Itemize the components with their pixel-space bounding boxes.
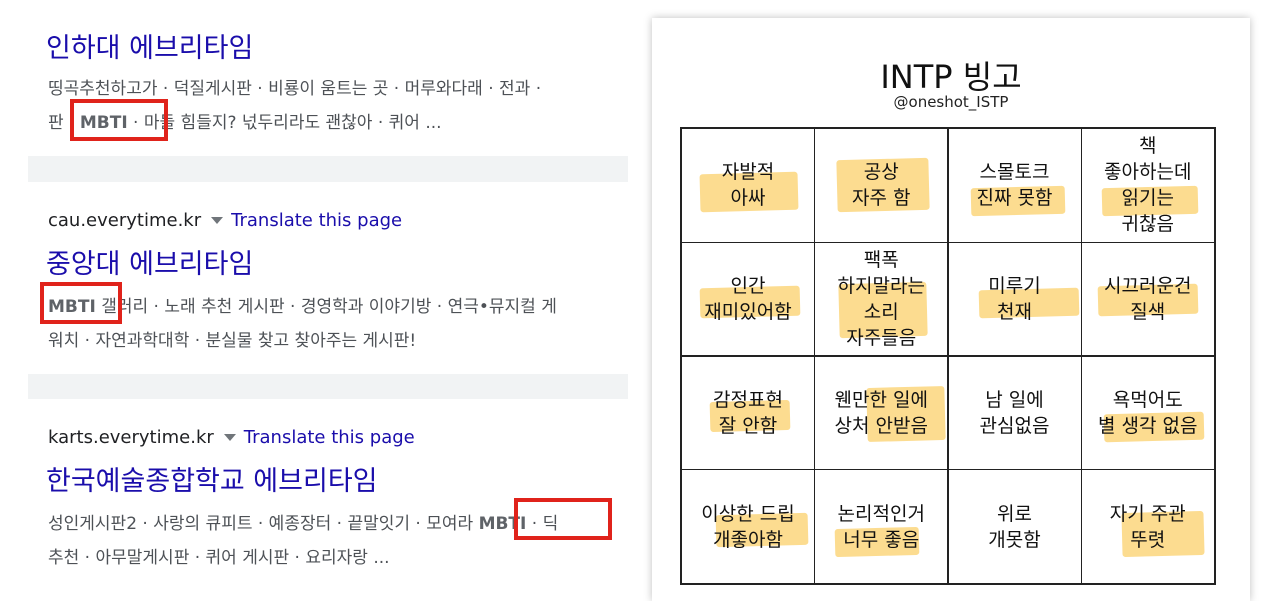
search-result-inha: 인하대 에브리타임 띵곡추천하고가 · 덕질게시판 · 비룡이 움트는 곳 · …: [28, 18, 628, 156]
bingo-cell-text: 시끄러운건 질색: [1104, 275, 1192, 323]
bingo-cell: 공상 자주 함: [814, 128, 949, 243]
highlight-box: [40, 282, 122, 324]
bingo-cell-text: 스몰토크 진짜 못함: [976, 161, 1053, 210]
bingo-cell: 논리적인거 너무 좋음: [814, 469, 949, 584]
result-snippet-line: 성인게시판2 · 사랑의 큐피트 · 예종장터 · 끝말잇기 · 모여라 MBT…: [48, 514, 559, 534]
bingo-cell: 자기 주관 뚜렷: [1080, 469, 1215, 584]
search-result-cau: cau.everytime.kr Translate this page 중앙대 …: [28, 182, 628, 374]
bingo-cell: 책 좋아하는데 읽기는 귀찮음: [1080, 128, 1215, 243]
bingo-cell-text: 자발적 아싸: [721, 161, 775, 210]
bingo-cell: 시끄러운건 질색: [1080, 241, 1215, 357]
result-title-link[interactable]: 한국예술종합학교 에브리타임: [46, 459, 378, 498]
bingo-cell: 욕먹어도 별 생각 없음: [1080, 355, 1215, 470]
search-results-panel: 인하대 에브리타임 띵곡추천하고가 · 덕질게시판 · 비룡이 움트는 곳 · …: [28, 18, 628, 601]
result-snippet-line: 워치 · 자연과학대학 · 분실물 찾고 찾아주는 게시판!: [48, 331, 417, 351]
bingo-cell-text: 논리적인거 너무 좋음: [837, 502, 925, 551]
bingo-grid: 자발적 아싸 공상 자주 함 스몰토크 진짜 못함 책 좋아하는데 읽기는 귀찮음인간…: [680, 127, 1216, 585]
bingo-cell-text: 공상 자주 함: [852, 161, 911, 210]
bingo-cell: 감정표현 잘 안함: [681, 355, 815, 470]
result-breadcrumb: karts.everytime.kr Translate this page: [48, 427, 415, 448]
bingo-cell: 팩폭 하지말라는 소리 자주들음: [814, 241, 949, 357]
bingo-cell: 자발적 아싸: [681, 128, 815, 243]
translate-link[interactable]: Translate this page: [244, 427, 415, 448]
bingo-card: INTP 빙고 @oneshot_ISTP 자발적 아싸 공상 자주 함 스몰토크 …: [652, 18, 1250, 601]
bingo-cell-text: 욕먹어도 별 생각 없음: [1098, 388, 1198, 437]
bingo-author: @oneshot_ISTP: [893, 93, 1009, 111]
bingo-cell-text: 위로 개못함: [988, 502, 1041, 551]
dropdown-arrow-icon[interactable]: [223, 433, 236, 441]
bingo-cell: 웬만한 일에 상처 안받음: [814, 355, 949, 470]
bingo-cell-text: 웬만한 일에 상처 안받음: [834, 388, 928, 437]
result-snippet-line: 추천 · 아무말게시판 · 퀴어 게시판 · 요리자랑 ...: [48, 548, 390, 568]
bingo-cell: 이상한 드립 개좋아함: [681, 469, 815, 584]
result-snippet-line: MBTI 갤러리 · 노래 추천 게시판 · 경영학과 이야기방 · 연극•뮤지…: [48, 297, 557, 317]
bingo-cell: 미루기 천재: [947, 241, 1082, 357]
bingo-cell: 스몰토크 진짜 못함: [947, 128, 1082, 243]
result-breadcrumb: cau.everytime.kr Translate this page: [48, 210, 403, 231]
dropdown-arrow-icon[interactable]: [211, 216, 224, 224]
bingo-cell: 인간 재미있어함: [681, 241, 815, 357]
bingo-title: INTP 빙고: [880, 58, 1022, 96]
search-result-karts: karts.everytime.kr Translate this page 한국…: [28, 399, 628, 601]
bingo-cell-text: 자기 주관 뚜렷: [1109, 502, 1186, 551]
result-title-link[interactable]: 중앙대 에브리타임: [46, 242, 253, 281]
bingo-cell: 남 일에 관심없음: [947, 355, 1082, 470]
bingo-cell: 위로 개못함: [947, 469, 1082, 584]
bingo-cell-text: 인간 재미있어함: [704, 275, 792, 323]
bingo-cell-text: 남 일에 관심없음: [979, 388, 1050, 437]
highlight-box: [70, 99, 168, 141]
bingo-cell-text: 미루기 천재: [988, 275, 1041, 323]
bingo-cell-text: 책 좋아하는데 읽기는 귀찮음: [1104, 135, 1192, 236]
result-snippet-line: 띵곡추천하고가 · 덕질게시판 · 비룡이 움트는 곳 · 머루와다래 · 전과…: [48, 79, 542, 99]
bingo-cell-text: 팩폭 하지말라는 소리 자주들음: [837, 249, 925, 349]
result-title-link[interactable]: 인하대 에브리타임: [46, 26, 253, 65]
bingo-cell-text: 이상한 드립 개좋아함: [701, 502, 795, 551]
bingo-cell-text: 감정표현 잘 안함: [713, 388, 783, 437]
translate-link[interactable]: Translate this page: [231, 210, 402, 231]
highlight-box: [514, 498, 612, 540]
